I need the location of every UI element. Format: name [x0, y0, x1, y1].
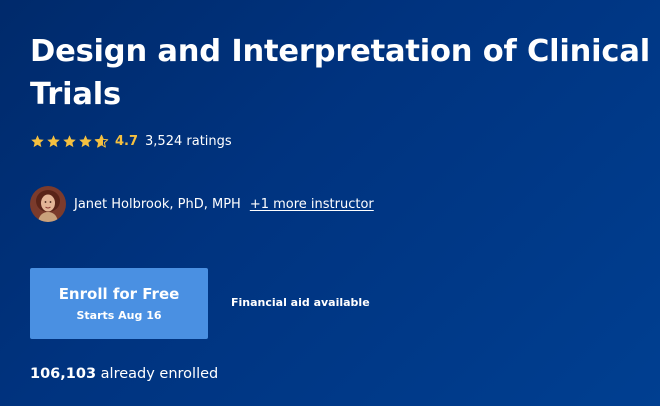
more-instructors-link[interactable]: +1 more instructor	[250, 197, 374, 212]
enrolled-count: 106,103	[30, 366, 97, 382]
rating-stars	[30, 134, 110, 149]
instructor-avatar[interactable]	[30, 186, 66, 222]
instructor-row: Janet Holbrook, PhD, MPH +1 more instruc…	[30, 186, 374, 222]
start-date-label: Starts Aug 16	[76, 309, 162, 322]
enrolled-suffix: already enrolled	[100, 366, 219, 382]
star-icon	[47, 134, 60, 147]
enrollment-count-row: 106,103 already enrolled	[30, 366, 218, 382]
rating-row: 4.7 3,524 ratings	[30, 131, 232, 151]
half-star-icon	[94, 134, 109, 148]
star-icon	[63, 134, 76, 147]
ratings-count: 3,524 ratings	[145, 133, 232, 149]
enroll-button[interactable]: Enroll for Free Starts Aug 16	[30, 268, 208, 339]
star-icon	[79, 134, 92, 147]
enroll-button-label: Enroll for Free	[58, 285, 180, 303]
course-hero-banner: Design and Interpretation of Clinical Tr…	[0, 0, 660, 406]
star-icon	[31, 134, 44, 147]
financial-aid-text: Financial aid available	[231, 296, 370, 309]
course-title: Design and Interpretation of Clinical Tr…	[30, 34, 650, 112]
rating-value: 4.7	[115, 133, 139, 149]
instructor-name: Janet Holbrook, PhD, MPH	[74, 196, 241, 212]
